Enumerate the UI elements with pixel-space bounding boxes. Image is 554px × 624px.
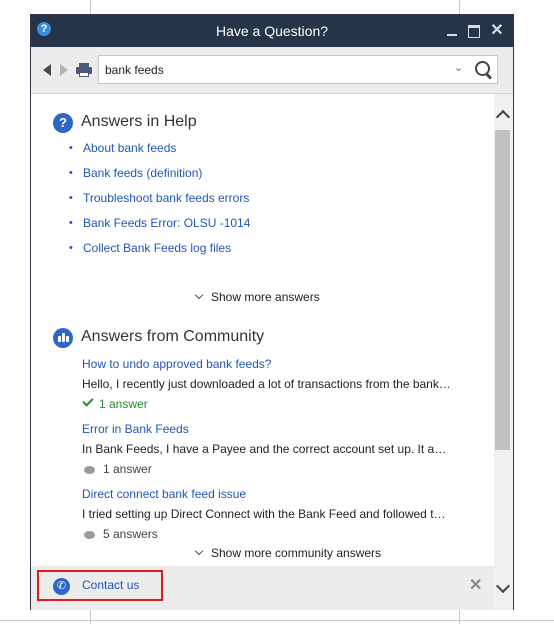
list-item: Collect Bank Feeds log files — [69, 236, 250, 261]
contact-us-label: Contact us — [82, 578, 140, 592]
chevron-down-icon — [194, 546, 204, 556]
community-section-title: Answers from Community — [81, 328, 265, 345]
help-section-title: Answers in Help — [81, 113, 197, 130]
community-question-link[interactable]: Direct connect bank feed issue — [82, 484, 462, 504]
check-icon — [82, 395, 94, 407]
contact-us-button[interactable]: ✆ Contact us — [37, 570, 163, 601]
show-more-community-button[interactable]: Show more community answers — [194, 546, 382, 560]
community-item: Error in Bank Feeds In Bank Feeds, I hav… — [82, 419, 462, 479]
vertical-scrollbar[interactable] — [494, 94, 513, 610]
community-snippet: In Bank Feeds, I have a Payee and the co… — [82, 442, 447, 456]
close-button[interactable]: ✕ — [490, 23, 504, 39]
answer-count: 1 answer — [82, 459, 462, 479]
search-input[interactable] — [103, 59, 437, 80]
community-icon — [53, 328, 73, 348]
help-window: ? Have a Question? ✕ ⌄ ? Answers in Help… — [30, 14, 514, 610]
list-item: Troubleshoot bank feeds errors — [69, 186, 250, 211]
help-link[interactable]: Troubleshoot bank feeds errors — [83, 191, 249, 205]
maximize-button[interactable] — [467, 24, 481, 38]
help-link[interactable]: Bank feeds (definition) — [83, 166, 202, 180]
answer-count-label: 1 answer — [99, 397, 148, 411]
help-links-list: About bank feeds Bank feeds (definition)… — [69, 136, 250, 261]
list-item: About bank feeds — [69, 136, 250, 161]
question-circle-icon: ? — [53, 113, 73, 133]
comment-bubble-icon — [84, 466, 95, 474]
toolbar: ⌄ — [31, 47, 513, 94]
list-item: Bank feeds (definition) — [69, 161, 250, 186]
answer-count: 1 answer — [82, 394, 462, 414]
forward-arrow-icon[interactable] — [60, 64, 68, 76]
help-link[interactable]: Collect Bank Feeds log files — [83, 241, 231, 255]
phone-icon: ✆ — [53, 578, 70, 595]
search-box: ⌄ — [98, 55, 498, 84]
back-arrow-icon[interactable] — [43, 64, 51, 76]
list-item: Bank Feeds Error: OLSU -1014 — [69, 211, 250, 236]
community-item: Direct connect bank feed issue I tried s… — [82, 484, 462, 544]
scroll-down-icon[interactable] — [495, 578, 511, 594]
chevron-down-icon — [194, 290, 204, 300]
answer-count: 5 answers — [82, 524, 462, 544]
show-more-label: Show more answers — [211, 290, 320, 304]
title-bar[interactable]: ? Have a Question? ✕ — [31, 15, 513, 47]
community-snippet: I tried setting up Direct Connect with t… — [82, 507, 446, 521]
show-more-label: Show more community answers — [211, 546, 382, 560]
community-question-link[interactable]: How to undo approved bank feeds? — [82, 354, 462, 374]
scroll-thumb[interactable] — [495, 130, 510, 450]
help-link[interactable]: Bank Feeds Error: OLSU -1014 — [83, 216, 250, 230]
help-link[interactable]: About bank feeds — [83, 141, 176, 155]
show-more-answers-button[interactable]: Show more answers — [194, 290, 320, 304]
community-question-link[interactable]: Error in Bank Feeds — [82, 419, 462, 439]
background-gridline — [0, 620, 554, 621]
footer-bar: ✆ Contact us ✕ — [31, 566, 494, 610]
minimize-button[interactable] — [445, 24, 459, 38]
chevron-down-icon[interactable]: ⌄ — [454, 61, 463, 74]
answers-content: ? Answers in Help About bank feeds Bank … — [31, 94, 494, 566]
scroll-up-icon[interactable] — [495, 109, 511, 125]
comment-bubble-icon — [84, 531, 95, 539]
window-title: Have a Question? — [215, 23, 329, 39]
community-item: How to undo approved bank feeds? Hello, … — [82, 354, 462, 414]
close-icon[interactable]: ✕ — [469, 575, 482, 595]
search-icon[interactable] — [473, 60, 493, 80]
answer-count-label: 5 answers — [103, 527, 158, 541]
answer-count-label: 1 answer — [103, 462, 152, 476]
printer-icon[interactable] — [76, 63, 92, 78]
community-snippet: Hello, I recently just downloaded a lot … — [82, 377, 451, 391]
